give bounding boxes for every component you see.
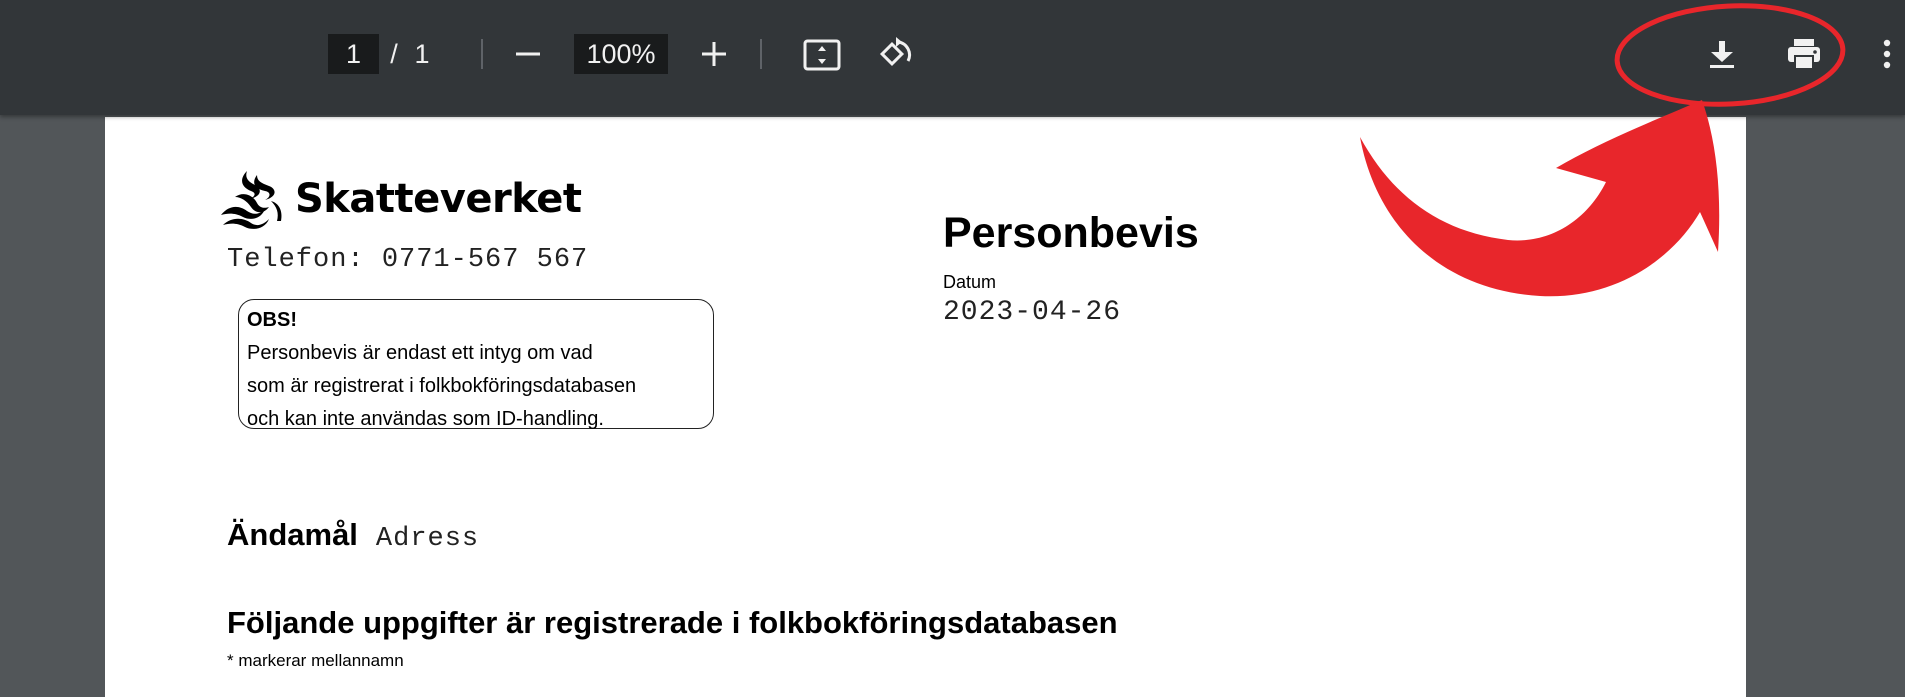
download-button[interactable] xyxy=(1700,32,1744,76)
toolbar-divider xyxy=(481,39,483,69)
page-separator: / xyxy=(390,38,398,69)
page-total: 1 xyxy=(414,38,430,69)
more-options-button[interactable] xyxy=(1872,34,1902,74)
date-value: 2023-04-26 xyxy=(943,297,1122,328)
skatteverket-logo: Skatteverket xyxy=(217,167,582,231)
page-number-input[interactable]: 1 xyxy=(328,34,379,74)
fit-page-icon xyxy=(803,39,841,71)
section-note: * markerar mellannamn xyxy=(227,651,404,670)
date-label: Datum xyxy=(943,272,997,292)
fit-to-page-button[interactable] xyxy=(801,34,843,76)
rotate-icon xyxy=(879,37,911,67)
zoom-out-button[interactable] xyxy=(508,34,548,74)
purpose-row: Ändamål Adress xyxy=(227,517,479,554)
notice-line: och kan inte användas som ID-handling. xyxy=(247,408,604,430)
zoom-in-icon xyxy=(702,42,726,66)
print-button[interactable] xyxy=(1782,32,1826,76)
zoom-out-icon xyxy=(516,52,540,56)
purpose-value: Adress xyxy=(375,524,480,554)
more-vert-icon xyxy=(1883,39,1891,69)
zoom-in-button[interactable] xyxy=(694,34,734,74)
print-icon xyxy=(1788,39,1820,70)
phone-number: Telefon: 0771-567 567 xyxy=(227,245,589,275)
zoom-level-input[interactable]: 100% xyxy=(574,34,668,74)
pdf-page: Skatteverket Telefon: 0771-567 567 OBS! … xyxy=(105,117,1746,697)
notice-line: som är registrerat i folkbokföringsdatab… xyxy=(247,375,637,397)
rotate-button[interactable] xyxy=(874,32,918,76)
download-icon xyxy=(1710,41,1734,68)
notice-line: Personbevis är endast ett intyg om vad xyxy=(247,342,593,364)
section-title: Följande uppgifter är registrerade i fol… xyxy=(227,605,1118,640)
pdf-toolbar: 1 / 1 100% xyxy=(0,0,1905,115)
toolbar-divider xyxy=(760,39,762,69)
document-title: Personbevis xyxy=(943,209,1199,257)
skatteverket-logo-icon xyxy=(221,171,282,229)
logo-text: Skatteverket xyxy=(295,176,582,222)
purpose-label: Ändamål xyxy=(227,517,358,552)
notice-box: OBS! Personbevis är endast ett intyg om … xyxy=(238,299,714,430)
notice-title: OBS! xyxy=(247,309,297,331)
